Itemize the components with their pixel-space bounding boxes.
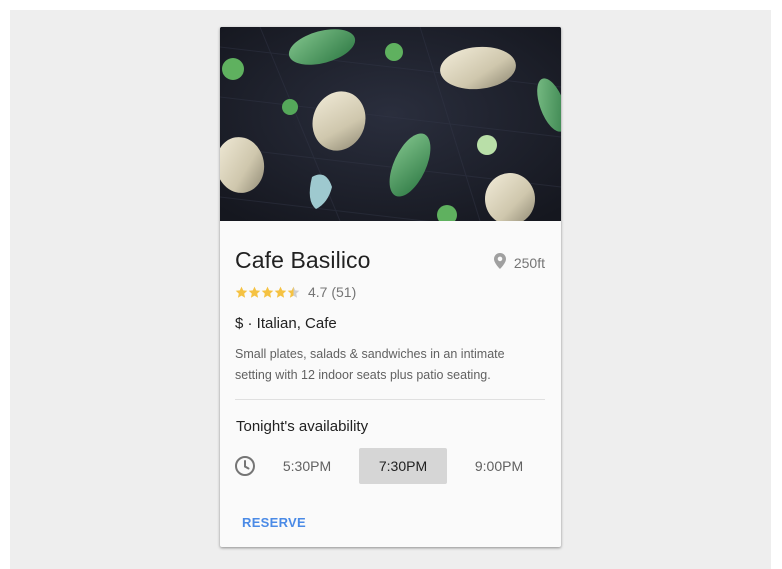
rating-text: 4.7 (51) — [308, 284, 357, 300]
rating-row: 4.7 (51) — [235, 284, 356, 300]
location-pin-icon — [493, 253, 506, 272]
time-slot-530pm[interactable]: 5:30PM — [263, 448, 351, 484]
time-slot-900pm[interactable]: 9:00PM — [455, 448, 543, 484]
distance: 250ft — [493, 253, 545, 272]
hero-image — [220, 27, 561, 221]
star-icon — [261, 286, 274, 298]
distance-value: 250ft — [513, 254, 545, 271]
restaurant-name: Cafe Basilico — [235, 247, 371, 273]
time-slot-730pm[interactable]: 7:30PM — [359, 448, 447, 484]
availability-title: Tonight's availability — [236, 418, 369, 435]
restaurant-card: Cafe Basilico 250ft 4.7 (51) $ · Italian… — [220, 27, 561, 547]
page-background: Cafe Basilico 250ft 4.7 (51) $ · Italian… — [10, 10, 771, 569]
rating-stars — [235, 286, 300, 299]
star-icon — [235, 286, 248, 298]
price-and-cuisine: $ · Italian, Cafe — [235, 315, 337, 332]
star-icon — [274, 286, 287, 298]
star-icon — [248, 286, 261, 298]
star-icon — [287, 286, 300, 298]
reserve-button[interactable]: RESERVE — [234, 509, 314, 536]
divider — [235, 399, 545, 400]
clock-icon — [234, 455, 256, 477]
restaurant-description: Small plates, salads & sandwiches in an … — [235, 347, 505, 382]
